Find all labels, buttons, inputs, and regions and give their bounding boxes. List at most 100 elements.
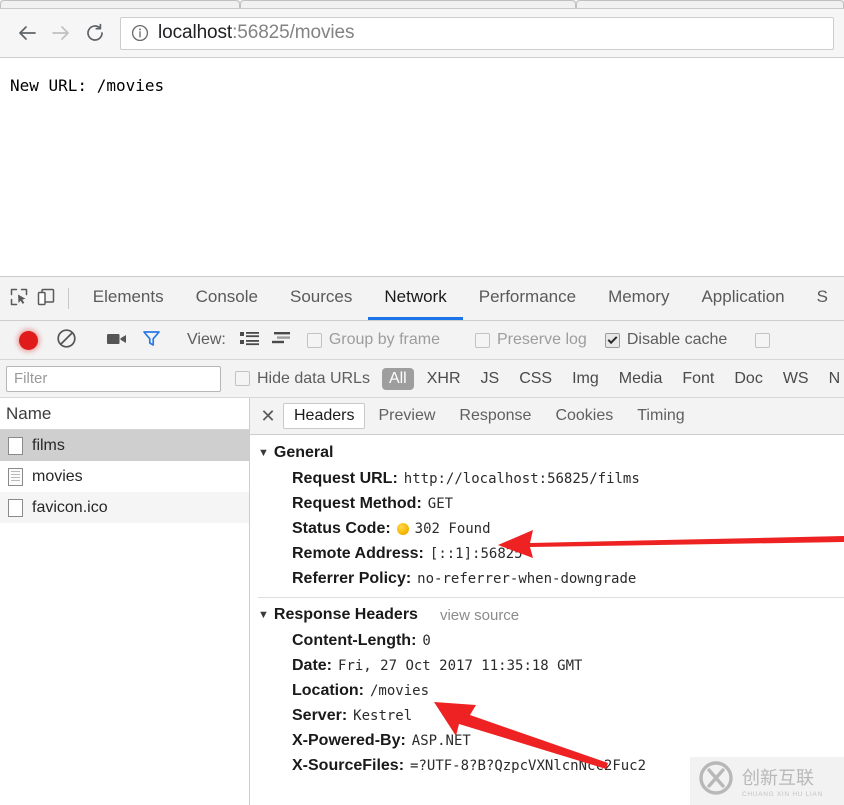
request-detail-pane: ✕ Headers Preview Response Cookies Timin… [250,398,844,805]
back-button[interactable] [10,16,44,50]
header-name: X-Powered-By: [292,731,406,749]
header-row-referrer-policy: Referrer Policy: no-referrer-when-downgr… [258,566,844,591]
view-source-link[interactable]: view source [440,607,519,624]
page-body-text: New URL: /movies [10,76,165,95]
header-row-request-url: Request URL: http://localhost:56825/film… [258,466,844,491]
header-value: Fri, 27 Oct 2017 11:35:18 GMT [338,657,583,674]
type-filter-doc[interactable]: Doc [727,368,769,390]
forward-button[interactable] [44,16,78,50]
devtools-tab-console[interactable]: Console [180,277,274,320]
type-filter-img[interactable]: Img [565,368,606,390]
headers-content: ▼ General Request URL: http://localhost:… [250,435,844,805]
detail-tab-timing[interactable]: Timing [626,403,695,429]
hide-data-urls-checkbox[interactable] [235,371,250,386]
type-filter-css[interactable]: CSS [512,368,559,390]
header-value: GET [427,495,454,512]
detail-tab-response[interactable]: Response [448,403,542,429]
browser-tab-strip [0,0,844,9]
request-row-favicon[interactable]: favicon.ico [0,492,249,523]
group-by-frame-control[interactable]: Group by frame [306,331,440,349]
chevron-down-icon: ▼ [258,447,269,459]
disable-cache-checkbox[interactable] [604,332,620,348]
header-value: http://localhost:56825/films [403,470,640,487]
type-filter-all[interactable]: All [381,367,414,390]
group-by-frame-checkbox[interactable] [306,332,322,348]
request-list: Name films movies favicon.ico [0,398,250,805]
devtools-tab-elements[interactable]: Elements [77,277,180,320]
reload-button[interactable] [78,16,112,50]
view-label: View: [187,331,226,348]
yellow-status-dot [396,522,409,535]
request-row-movies[interactable]: movies [0,461,249,492]
devtools-tab-sources[interactable]: Sources [274,277,368,320]
header-value: ASP.NET [411,732,471,749]
view-waterfall-button[interactable] [266,331,298,349]
detail-tab-cookies[interactable]: Cookies [544,403,624,429]
document-file-icon [8,467,23,486]
chevron-down-icon: ▼ [258,609,269,621]
filter-toggle-button[interactable] [134,329,168,351]
capture-screenshots-button[interactable] [100,331,134,350]
detail-tab-headers[interactable]: Headers [283,403,366,429]
group-by-frame-label: Group by frame [328,331,440,348]
request-name: movies [32,467,83,485]
type-filter-other[interactable]: N [822,368,844,390]
header-row-content-length: Content-Length: 0 [258,628,844,653]
type-filter-media[interactable]: Media [612,368,670,390]
header-row-status-code: Status Code: 302 Found [258,516,844,541]
type-filter-font[interactable]: Font [675,368,721,390]
header-row-date: Date: Fri, 27 Oct 2017 11:35:18 GMT [258,653,844,678]
view-list-button[interactable] [234,331,266,349]
filter-input[interactable] [6,365,221,392]
preserve-log-checkbox[interactable] [475,332,490,348]
request-name: films [32,436,65,454]
arrow-right-icon [50,22,72,44]
request-list-header[interactable]: Name [0,398,249,430]
header-row-remote-address: Remote Address: [::1]:56825 [258,541,844,566]
filter-funnel-icon [142,329,161,351]
header-value: /movies [370,682,430,699]
close-icon[interactable]: ✕ [254,402,282,430]
type-filter-ws[interactable]: WS [776,368,816,390]
preserve-log-control[interactable]: Preserve log [475,331,587,349]
devtools-tab-application[interactable]: Application [685,277,800,320]
response-headers-section-header[interactable]: ▼ Response Headers view source [258,603,844,628]
offline-checkbox[interactable] [755,332,771,348]
header-value: 0 [422,632,431,649]
device-toolbar-button[interactable] [33,277,60,320]
record-button[interactable] [19,330,38,350]
address-bar[interactable]: localhost:56825/movies [120,16,834,50]
reload-icon [84,22,106,44]
browser-tab[interactable] [576,0,844,8]
browser-tab[interactable] [240,0,576,8]
devtools-panel: Elements Console Sources Network Perform… [0,276,844,805]
devtools-tab-bar: Elements Console Sources Network Perform… [0,277,844,321]
devtools-tab-network[interactable]: Network [368,277,463,320]
type-filter-xhr[interactable]: XHR [420,368,468,390]
network-filter-row: Hide data URLs All XHR JS CSS Img Media … [0,360,844,398]
request-row-films[interactable]: films [0,430,249,461]
blank-file-icon [8,498,23,517]
devtools-tab-security[interactable]: S [801,277,844,320]
inspect-element-button[interactable] [6,277,33,320]
info-circle-icon[interactable] [131,24,149,42]
header-row-x-powered-by: X-Powered-By: ASP.NET [258,728,844,753]
devtools-tab-performance[interactable]: Performance [463,277,592,320]
hide-data-urls-control[interactable]: Hide data URLs [235,370,370,388]
header-name: X-SourceFiles: [292,756,405,774]
devtools-tab-memory[interactable]: Memory [592,277,685,320]
browser-tab[interactable] [0,0,240,8]
disable-cache-control[interactable]: Disable cache [604,331,728,349]
clear-icon [56,328,77,352]
header-value: Kestrel [353,707,413,724]
header-row-request-method: Request Method: GET [258,491,844,516]
disable-cache-label: Disable cache [626,331,728,348]
general-section-header[interactable]: ▼ General [258,441,844,466]
response-headers-section-title: Response Headers [273,606,418,623]
header-name: Status Code: [292,519,391,537]
detail-tab-preview[interactable]: Preview [367,403,446,429]
type-filter-js[interactable]: JS [474,368,507,390]
header-name: Referrer Policy: [292,569,412,587]
header-value: no-referrer-when-downgrade [417,570,637,587]
clear-button[interactable] [49,328,83,352]
